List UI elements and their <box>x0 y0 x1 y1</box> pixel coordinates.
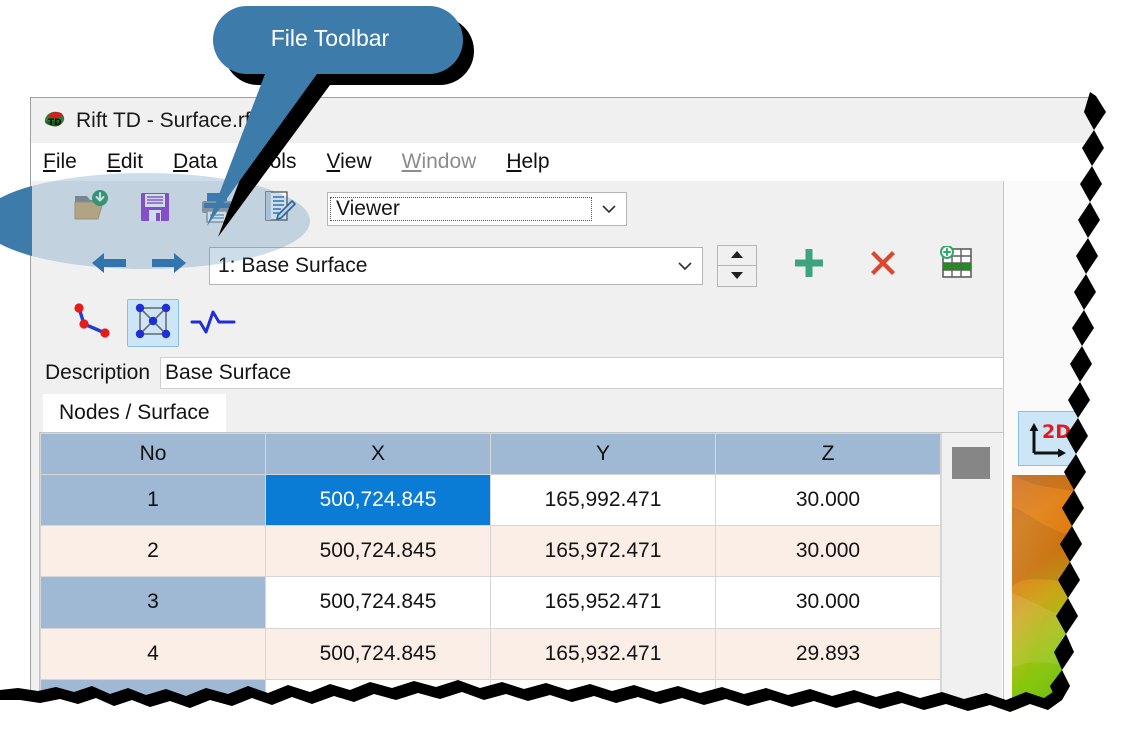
row-number[interactable]: 5 <box>40 678 266 712</box>
chevron-down-icon[interactable] <box>668 260 702 272</box>
chevron-down-icon[interactable] <box>592 203 626 215</box>
tab-strip: Nodes / Surface <box>31 394 1100 432</box>
polyline-view-icon <box>71 300 115 347</box>
mesh-surface-view-icon <box>133 302 173 345</box>
cell-x[interactable]: 500,724.845 <box>265 576 491 629</box>
save-file-icon <box>137 189 173 230</box>
cell-z[interactable]: 29.712 <box>715 678 941 712</box>
description-label: Description <box>45 361 151 384</box>
scrollbar-thumb[interactable] <box>952 447 990 479</box>
cell-z[interactable]: 30.000 <box>715 473 941 527</box>
save-file-button[interactable] <box>131 187 179 231</box>
cell-x[interactable]: 500,724.845 <box>265 627 491 680</box>
menu-help[interactable]: Help <box>506 150 549 174</box>
column-header-no[interactable]: No <box>40 433 266 475</box>
cell-z[interactable]: 30.000 <box>715 576 941 629</box>
file-toolbar: Viewer <box>31 181 1100 237</box>
description-input[interactable]: Base Surface <box>160 357 1090 389</box>
spinner-up-icon <box>730 246 744 264</box>
cell-y[interactable]: 165,912.471 <box>490 678 716 712</box>
row-number[interactable]: 1 <box>40 473 266 527</box>
cell-y[interactable]: 165,992.471 <box>490 473 716 527</box>
profile-waveform-view-icon <box>190 304 236 343</box>
view-2d-button[interactable]: 2D <box>1018 411 1080 466</box>
table-row: 2 500,724.845 165,972.471 30.000 <box>40 525 941 578</box>
file-toolbar-callout: File Toolbar <box>205 2 474 237</box>
view-mode-toolbar <box>31 294 1100 352</box>
table-add-row-icon <box>939 245 975 285</box>
cell-x[interactable]: 500,724.845 <box>265 678 491 712</box>
menu-edit[interactable]: Edit <box>107 150 143 174</box>
rift-td-logo-icon: TD <box>42 108 68 134</box>
svg-text:2D: 2D <box>1042 421 1071 443</box>
table-row: 4 500,724.845 165,932.471 29.893 <box>40 627 941 680</box>
node-table: No X Y Z 1 500,724.845 165,992.471 30.00… <box>40 433 941 712</box>
next-surface-button[interactable] <box>145 246 191 286</box>
spinner-down-button[interactable] <box>718 266 756 286</box>
previous-surface-button[interactable] <box>87 246 133 286</box>
arrow-right-icon <box>148 249 188 282</box>
cell-z[interactable]: 30.000 <box>715 525 941 578</box>
table-row: 1 500,724.845 165,992.471 30.000 <box>40 473 941 527</box>
cell-x[interactable]: 500,724.845 <box>265 525 491 578</box>
menu-file[interactable]: File <box>43 150 77 174</box>
add-surface-button[interactable] <box>785 244 833 288</box>
cell-x[interactable]: 500,724.845 <box>265 473 491 527</box>
column-header-x[interactable]: X <box>265 433 491 475</box>
table-header-row: No X Y Z <box>40 433 941 475</box>
surface-select-value: 1: Base Surface <box>218 253 368 277</box>
row-number[interactable]: 4 <box>40 627 266 680</box>
cell-y[interactable]: 165,932.471 <box>490 627 716 680</box>
tab-nodes-surface[interactable]: Nodes / Surface <box>43 394 226 432</box>
arrow-left-icon <box>90 249 130 282</box>
table-vertical-scrollbar[interactable] <box>941 433 1002 712</box>
preview-panel: 2D <box>1003 181 1100 712</box>
application-window: TD Rift TD - Surface.rft File Edit Data … <box>30 97 1100 712</box>
mesh-surface-view-button[interactable] <box>127 299 179 347</box>
surface-select-combo[interactable]: 1: Base Surface <box>209 246 703 285</box>
surface-index-stepper[interactable] <box>717 244 757 287</box>
column-header-y[interactable]: Y <box>490 433 716 475</box>
terrain-gradient-preview[interactable] <box>1012 475 1100 712</box>
svg-text:TD: TD <box>48 118 62 128</box>
spinner-up-button[interactable] <box>718 246 756 266</box>
row-number[interactable]: 3 <box>40 576 266 629</box>
description-row: Description Base Surface <box>31 352 1100 394</box>
delete-surface-button[interactable] <box>859 244 907 288</box>
navigation-toolbar: 1: Base Surface <box>31 237 1100 294</box>
insert-row-button[interactable] <box>933 244 981 288</box>
axes-2d-icon: 2D <box>1029 421 1071 457</box>
open-file-button[interactable] <box>69 187 117 231</box>
cell-y[interactable]: 165,952.471 <box>490 576 716 629</box>
title-bar: TD Rift TD - Surface.rft <box>31 98 1100 143</box>
row-number[interactable]: 2 <box>40 525 266 578</box>
column-header-z[interactable]: Z <box>715 433 941 475</box>
profile-waveform-view-button[interactable] <box>187 299 239 347</box>
toolbar-highlight-ellipse-solid-edge <box>0 173 32 269</box>
polyline-view-button[interactable] <box>67 299 119 347</box>
menu-bar: File Edit Data Tools View Window Help <box>31 143 1100 181</box>
plus-icon <box>792 246 826 285</box>
cell-y[interactable]: 165,972.471 <box>490 525 716 578</box>
node-table-area: No X Y Z 1 500,724.845 165,992.471 30.00… <box>39 432 1004 712</box>
open-file-icon <box>73 189 113 230</box>
cross-icon <box>866 246 900 285</box>
cell-z[interactable]: 29.893 <box>715 627 941 680</box>
table-row: 3 500,724.845 165,952.471 30.000 <box>40 576 941 629</box>
table-row: 5 500,724.845 165,912.471 29.712 <box>40 678 941 712</box>
spinner-down-icon <box>730 267 744 285</box>
